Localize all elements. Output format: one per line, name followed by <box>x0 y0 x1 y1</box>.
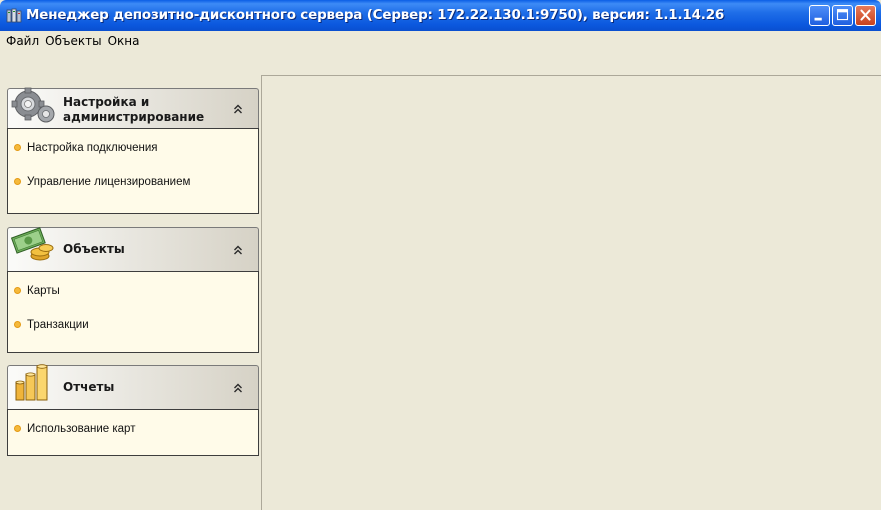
server-app-icon <box>6 8 22 23</box>
group-settings-body: Настройка подключения Управление лицензи… <box>7 128 259 214</box>
group-objects-title: Объекты <box>63 242 125 256</box>
chevron-up-icon[interactable] <box>232 382 244 394</box>
maximize-button[interactable] <box>832 5 853 26</box>
chevron-up-icon[interactable] <box>232 244 244 256</box>
money-coins-icon <box>10 227 54 261</box>
nav-item-connection-settings[interactable]: Настройка подключения <box>8 131 258 165</box>
group-reports: Отчеты Использование карт <box>7 364 259 456</box>
nav-item-label: Использование карт <box>27 423 136 435</box>
bullet-icon <box>14 321 21 328</box>
group-reports-header[interactable]: Отчеты <box>7 364 259 409</box>
group-settings-title: Настройка и администрирование <box>63 95 204 125</box>
nav-item-label: Карты <box>27 285 60 297</box>
group-objects-header[interactable]: Объекты <box>7 227 259 271</box>
mdi-client-area <box>262 75 881 510</box>
group-reports-body: Использование карт <box>7 409 259 456</box>
bullet-icon <box>14 425 21 432</box>
nav-item-license-management[interactable]: Управление лицензированием <box>8 165 258 199</box>
maximize-icon <box>836 9 849 21</box>
nav-item-card-usage[interactable]: Использование карт <box>8 412 258 446</box>
bullet-icon <box>14 144 21 151</box>
nav-item-label: Настройка подключения <box>27 142 158 154</box>
gears-icon <box>11 87 55 123</box>
nav-item-label: Транзакции <box>27 319 89 331</box>
nav-item-label: Управление лицензированием <box>27 176 191 188</box>
group-objects-body: Карты Транзакции <box>7 271 259 353</box>
minimize-icon <box>814 17 822 21</box>
group-objects: Объекты Карты Транзакции <box>7 227 259 353</box>
title-bar[interactable]: Менеджер депозитно-дисконтного сервера (… <box>0 0 881 31</box>
chevron-up-icon[interactable] <box>232 103 244 115</box>
group-reports-title: Отчеты <box>63 380 115 394</box>
window-title: Менеджер депозитно-дисконтного сервера (… <box>26 7 725 23</box>
nav-item-transactions[interactable]: Транзакции <box>8 308 258 342</box>
group-settings-header[interactable]: Настройка и администрирование <box>7 87 259 128</box>
nav-item-cards[interactable]: Карты <box>8 274 258 308</box>
menu-windows[interactable]: Окна <box>105 33 143 49</box>
reports-chart-icon <box>15 364 48 401</box>
group-settings-title-line1: Настройка и <box>63 95 150 109</box>
group-settings-title-line2: администрирование <box>63 110 205 124</box>
group-settings: Настройка и администрирование Настройка … <box>7 87 259 214</box>
bullet-icon <box>14 287 21 294</box>
minimize-button[interactable] <box>809 5 830 26</box>
menu-objects[interactable]: Объекты <box>42 33 104 49</box>
menu-bar: Файл Объекты Окна <box>0 31 881 51</box>
bullet-icon <box>14 178 21 185</box>
close-icon <box>860 9 871 21</box>
close-button[interactable] <box>855 5 876 26</box>
menu-file[interactable]: Файл <box>3 33 42 49</box>
